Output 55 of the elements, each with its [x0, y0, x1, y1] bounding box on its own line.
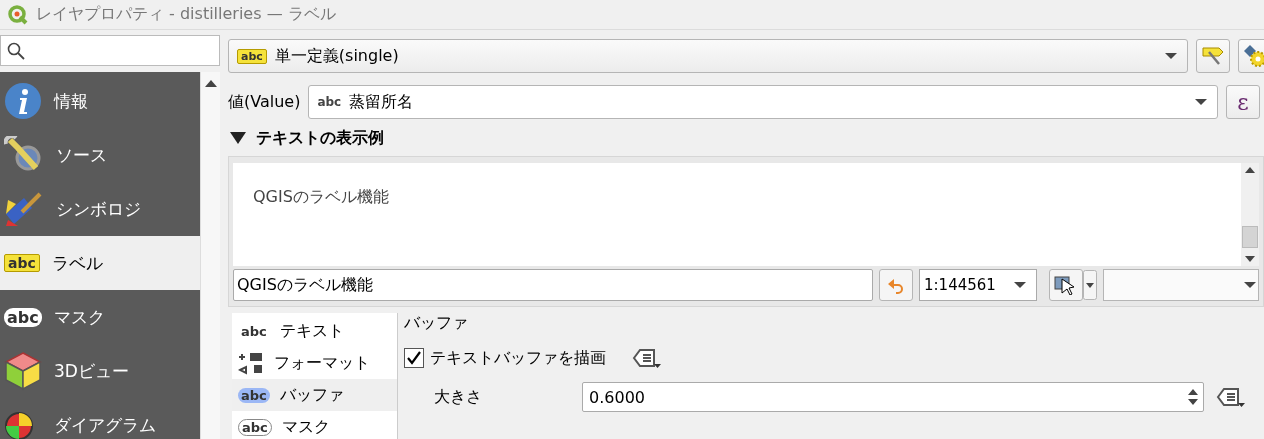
- dropdown-caret-icon[interactable]: [1083, 270, 1097, 300]
- scale-dropdown[interactable]: 1:144561: [919, 269, 1037, 301]
- dropdown-caret-icon[interactable]: [1165, 53, 1177, 59]
- mask-icon: abc: [4, 307, 42, 327]
- size-label: 大きさ: [434, 386, 483, 408]
- scrollbar-thumb[interactable]: [1242, 226, 1258, 248]
- data-defined-icon[interactable]: [632, 346, 662, 370]
- sidebar-item[interactable]: abc ラベル: [0, 236, 200, 290]
- info-icon: [4, 82, 42, 120]
- app-logo-icon: [8, 4, 28, 25]
- sidebar-item[interactable]: abc マスク: [0, 290, 200, 344]
- settings-button[interactable]: [1238, 39, 1264, 73]
- search-icon: [7, 41, 25, 60]
- draw-buffer-checkbox[interactable]: [404, 348, 424, 368]
- value-dropdown[interactable]: abc 蒸留所名: [308, 85, 1218, 119]
- buffer-icon: abc: [238, 387, 270, 403]
- checkbox-label: テキストバッファを描画: [430, 347, 606, 369]
- gear-icon: [1243, 44, 1264, 68]
- sidebar-item[interactable]: 3Dビュー: [0, 344, 200, 398]
- value-label: 値(Value): [228, 91, 301, 113]
- scroll-down-icon[interactable]: [1245, 256, 1255, 262]
- search-field[interactable]: [0, 35, 220, 66]
- mask-icon: abc: [238, 418, 272, 436]
- dropdown-caret-icon[interactable]: [1244, 282, 1256, 288]
- data-defined-icon[interactable]: [1216, 385, 1246, 409]
- section-header: テキストの表示例: [256, 127, 384, 149]
- label-tool-button[interactable]: [1196, 39, 1230, 73]
- sample-text: QGISのラベル機能: [252, 186, 390, 208]
- field-type-text: abc: [317, 95, 342, 109]
- format-icon: [238, 351, 264, 375]
- scrollbar[interactable]: [200, 72, 220, 439]
- dropdown-caret-icon[interactable]: [1195, 99, 1207, 105]
- sidebar-item[interactable]: シンボロジ: [0, 182, 200, 236]
- sidebar-item[interactable]: 情報: [0, 74, 200, 128]
- map-pointer-button[interactable]: [1049, 269, 1083, 301]
- collapse-icon[interactable]: [230, 132, 246, 144]
- cube-icon: [4, 351, 42, 391]
- scroll-up-icon[interactable]: [1245, 167, 1255, 173]
- section-title: バッファ: [404, 313, 469, 334]
- sidebar-item[interactable]: ダイアグラム: [0, 398, 200, 439]
- paintbrush-icon: [4, 190, 44, 228]
- mode-dropdown[interactable]: abc 単一定義(single): [228, 39, 1188, 73]
- scrollbar[interactable]: [1241, 163, 1259, 266]
- undo-icon: [887, 276, 905, 294]
- sidebar-item[interactable]: ソース: [0, 128, 200, 182]
- text-icon: abc: [238, 323, 270, 339]
- sample-input[interactable]: QGISのラベル機能: [233, 269, 873, 301]
- settings-tab[interactable]: abc バッファ: [232, 379, 397, 411]
- expression-button[interactable]: ε: [1226, 85, 1260, 119]
- window-title: レイヤプロパティ - distilleries — ラベル: [36, 4, 336, 25]
- label-icon: abc: [4, 254, 40, 272]
- scroll-up-icon[interactable]: [204, 80, 217, 87]
- size-spinbox[interactable]: 0.6000: [582, 382, 1204, 412]
- label-icon: abc: [237, 48, 267, 64]
- dropdown-caret-icon[interactable]: [1014, 282, 1026, 288]
